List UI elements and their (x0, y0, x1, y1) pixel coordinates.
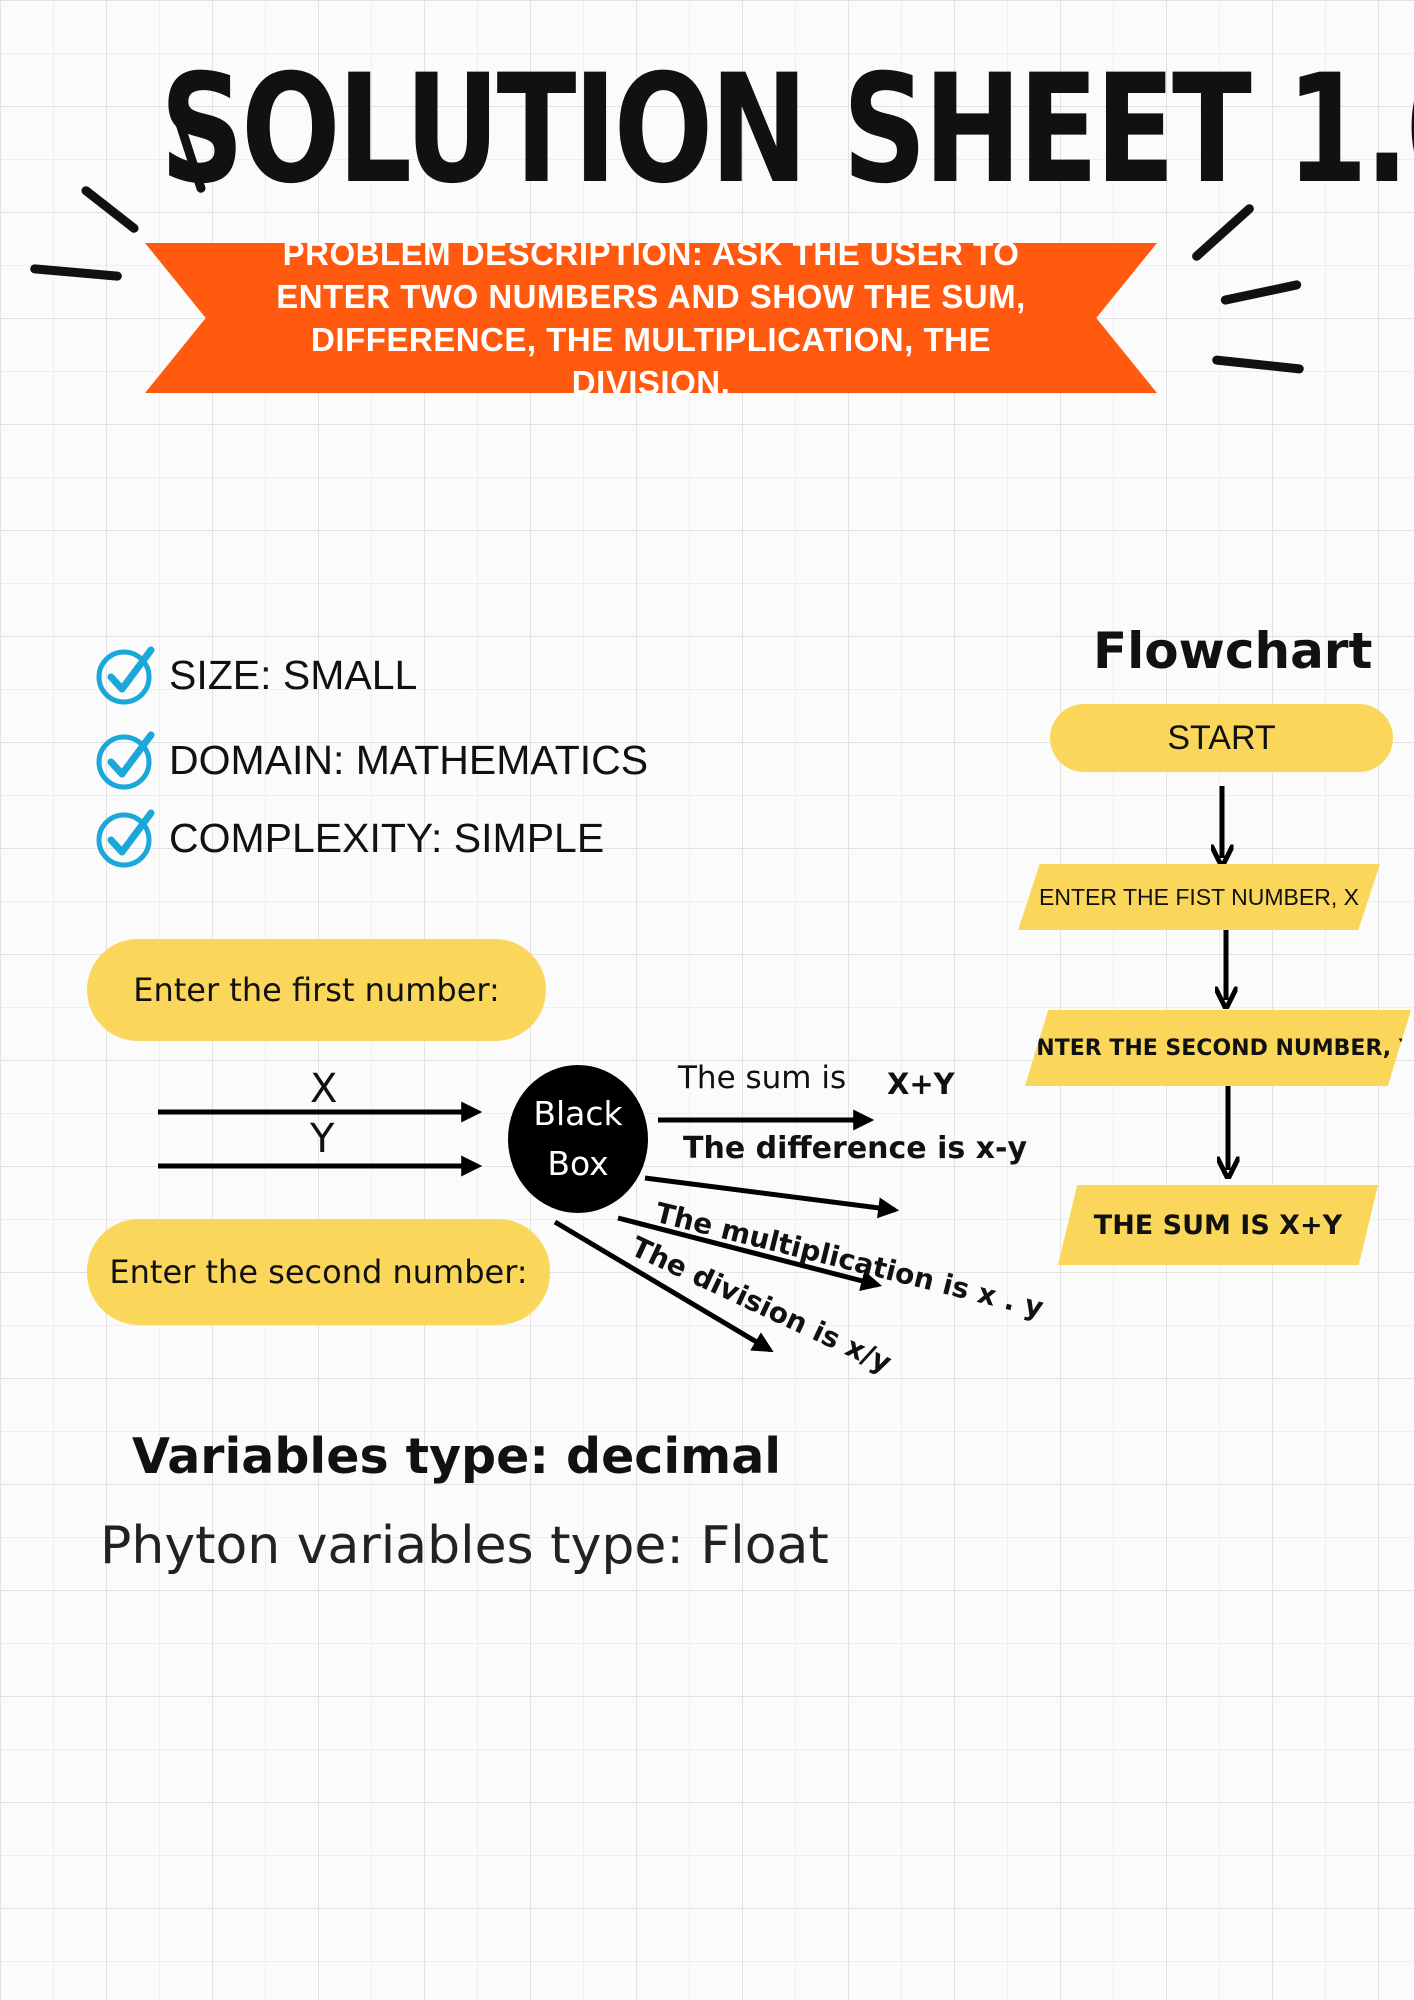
flowchart-step-1: ENTER THE FIST NUMBER, X (1018, 864, 1380, 930)
flowchart-step-3: THE SUM IS X+Y (1058, 1185, 1378, 1265)
flowchart-arrows (0, 786, 1414, 2000)
flowchart-step-2: ENTER THE SECOND NUMBER, Y (1025, 1010, 1411, 1086)
